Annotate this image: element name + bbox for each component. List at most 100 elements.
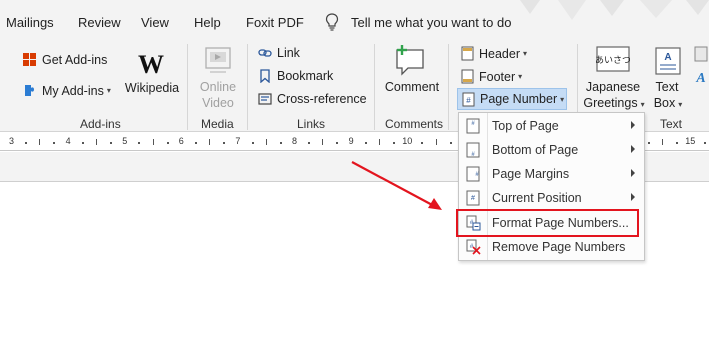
japanese-greetings-label-1[interactable]: Japanese [584,80,642,94]
tab-help[interactable]: Help [194,15,221,30]
cross-reference-button[interactable]: Cross-reference [258,92,367,106]
ruler-dot [449,142,452,144]
ruler-dot [421,142,424,144]
text-box-label-1[interactable]: Text [652,80,682,94]
ruler-dot [251,142,254,144]
store-icon [23,53,36,66]
tab-foxit-pdf[interactable]: Foxit PDF [246,15,304,30]
online-video-icon [205,47,231,73]
chevron-down-icon: ▾ [678,100,683,109]
chevron-down-icon: ▾ [560,94,565,104]
tab-mailings[interactable]: Mailings [6,15,54,30]
ruler-dot [308,142,311,144]
chevron-right-icon [631,193,635,201]
ruler-dot [166,142,169,144]
cross-reference-icon [258,93,272,105]
menu-item-label: Bottom of Page [492,143,579,157]
chevron-right-icon [631,145,635,153]
menu-bar: Mailings Review View Help Foxit PDF Tell… [0,0,709,40]
group-label-media: Media [201,117,234,131]
annotation-arrow-icon [351,161,442,210]
ruler-dot [110,142,113,144]
lightbulb-icon [325,13,339,31]
bookmark-button[interactable]: Bookmark [258,69,333,83]
group-divider [247,44,248,130]
chevron-down-icon: ▾ [523,49,528,58]
ruler-tick [322,139,324,145]
bookmark-icon [260,69,270,83]
get-addins-button[interactable]: Get Add-ins [22,52,107,67]
chevron-down-icon: ▾ [640,100,645,109]
ruler-tick [152,139,154,145]
ruler-dot [279,142,282,144]
wikipedia-icon[interactable]: W [136,50,166,80]
tab-review[interactable]: Review [78,15,121,30]
page-number-current-position-icon: # [466,190,480,206]
header-button[interactable]: Header ▾ [461,46,527,61]
header-icon [461,46,474,61]
quick-parts-icon[interactable]: A [694,46,708,108]
ruler-tick [209,139,211,145]
bookmark-label: Bookmark [277,69,334,83]
online-video-label-2: Video [202,96,234,110]
tab-view[interactable]: View [141,15,169,30]
ruler-dot [53,142,56,144]
footer-label: Footer [479,69,516,84]
ruler-number: 7 [235,136,241,146]
ruler-number: 3 [9,136,15,146]
ruler-number: 8 [292,136,298,146]
page-number-button[interactable]: # Page Number ▾ [457,88,567,110]
menu-item-top-of-page[interactable]: # Top of Page [459,115,644,137]
page-number-bottom-of-page-icon: # [466,142,480,158]
svg-text:#: # [466,96,471,105]
ruler-dot [704,142,707,144]
text-box-button[interactable]: Box ▾ [648,96,688,110]
ruler-dot [194,142,197,144]
chevron-down-icon: ▾ [106,86,111,95]
menu-item-bottom-of-page[interactable]: # Bottom of Page [459,139,644,161]
group-divider [448,44,449,130]
menu-item-page-margins[interactable]: # Page Margins [459,163,644,185]
ruler-tick [378,139,380,145]
footer-button[interactable]: Footer ▾ [461,69,522,84]
header-label: Header [479,46,520,61]
page-number-menu: # Top of Page # Bottom of Page # Page Margins… [458,112,645,261]
chevron-right-icon [631,121,635,129]
group-label-text: Text [660,117,683,131]
menu-item-current-position[interactable]: # Current Position [459,187,644,209]
menu-item-remove-page-numbers[interactable]: # Remove Page Numbers [459,236,644,258]
svg-text:A: A [664,52,671,63]
japanese-greetings-button[interactable]: Greetings ▾ [582,96,646,110]
menu-item-label: Page Margins [492,167,570,181]
ruler-dot [223,142,226,144]
link-icon [258,49,272,57]
svg-text:A: A [695,71,705,86]
ruler-number: 4 [65,136,71,146]
ruler-dot [81,142,84,144]
ruler-tick [95,139,97,145]
wikipedia-button[interactable]: Wikipedia [124,81,180,95]
comment-icon[interactable] [394,44,426,76]
group-label-links: Links [297,117,326,131]
get-addins-label: Get Add-ins [42,52,108,67]
page-number-label: Page Number [480,92,558,106]
link-label: Link [277,46,300,60]
page-number-remove-page-numbers-icon: # [466,239,481,255]
link-button[interactable]: Link [258,46,300,60]
ruler-dot [138,142,141,144]
ruler-tick [435,139,437,145]
ruler-dot [393,142,396,144]
ruler-tick [39,139,41,145]
my-addins-button[interactable]: My Add-ins ▾ [22,83,111,98]
tell-me-search[interactable]: Tell me what you want to do [351,15,511,30]
svg-text:あいさつ: あいさつ [596,55,630,66]
addins-icon [25,85,34,96]
footer-icon [461,69,474,84]
my-addins-label: My Add-ins [42,83,104,98]
menu-item-label: Remove Page Numbers [492,240,626,254]
comment-button[interactable]: Comment [384,80,440,94]
ruler-dot [647,142,650,144]
ruler-dot [364,142,367,144]
online-video-label-1: Online [199,80,237,94]
group-divider [187,44,188,130]
